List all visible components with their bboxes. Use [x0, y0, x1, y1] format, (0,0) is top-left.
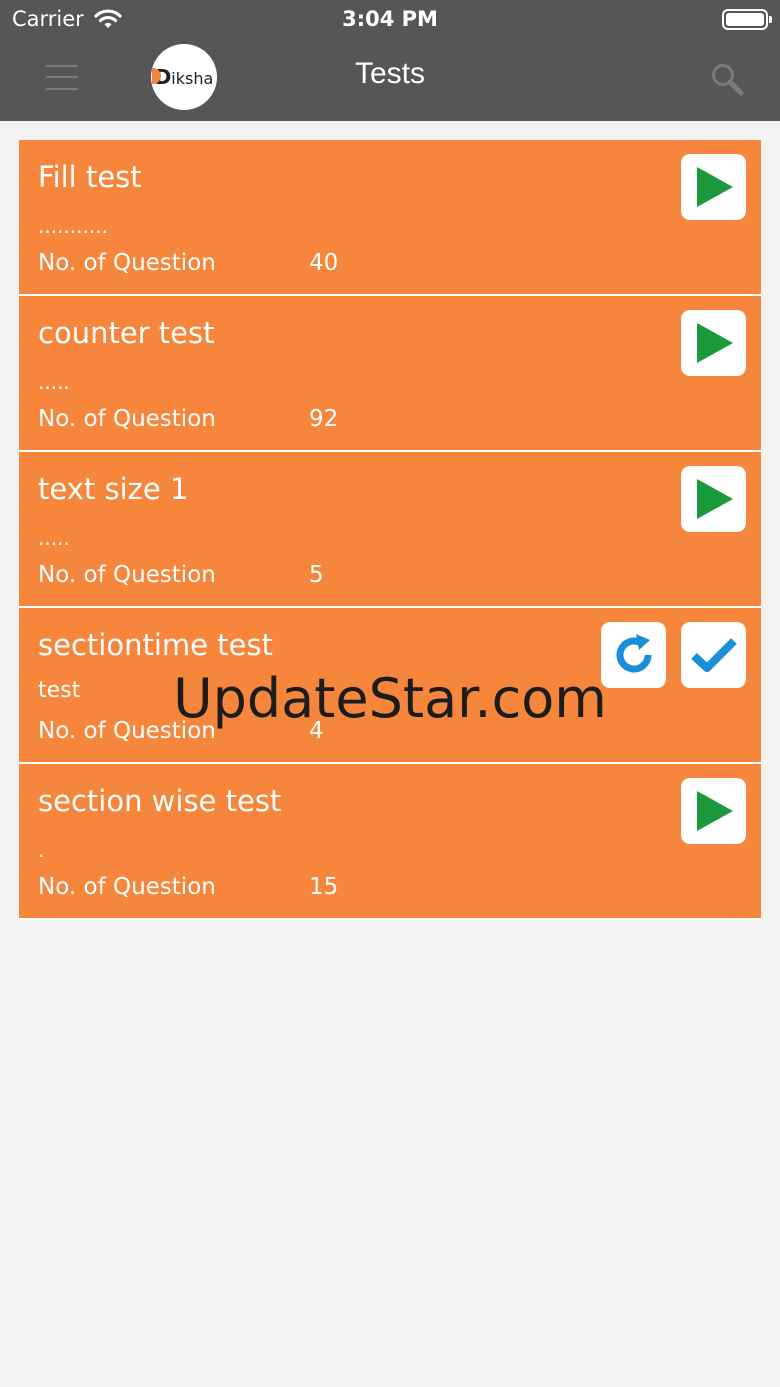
test-title: Fill test — [38, 160, 142, 194]
page-title: Tests — [354, 57, 426, 90]
question-count-label: No. of Question — [38, 406, 216, 432]
play-icon — [696, 323, 733, 363]
test-title: section wise test — [38, 784, 282, 818]
watermark-text: UpdateStar.com — [173, 667, 607, 730]
start-test-button[interactable] — [681, 778, 746, 844]
test-card[interactable]: counter test ..... No. of Question 92 — [19, 296, 761, 452]
play-icon — [696, 791, 733, 831]
battery-icon — [722, 9, 772, 30]
test-description: ........... — [38, 214, 108, 238]
top-bar: Carrier 3:04 PM D iksha Tests — [0, 0, 780, 121]
test-title: sectiontime test — [38, 628, 273, 662]
question-count-value: 5 — [309, 562, 324, 588]
start-test-button[interactable] — [681, 466, 746, 532]
search-icon[interactable] — [710, 62, 744, 100]
test-description: ..... — [38, 526, 70, 550]
test-title: counter test — [38, 316, 215, 350]
test-description: . — [38, 838, 45, 862]
play-icon — [696, 167, 733, 207]
test-title: text size 1 — [38, 472, 189, 506]
start-test-button[interactable] — [681, 154, 746, 220]
test-card[interactable]: Fill test ........... No. of Question 40 — [19, 140, 761, 296]
test-description: ..... — [38, 370, 70, 394]
play-icon — [696, 479, 733, 519]
question-count-value: 92 — [309, 406, 339, 432]
test-card[interactable]: section wise test . No. of Question 15 — [19, 764, 761, 920]
question-count-label: No. of Question — [38, 874, 216, 900]
status-time: 3:04 PM — [342, 7, 438, 31]
test-list: Fill test ........... No. of Question 40… — [19, 140, 761, 920]
question-count-label: No. of Question — [38, 562, 216, 588]
test-card[interactable]: text size 1 ..... No. of Question 5 — [19, 452, 761, 608]
question-count-value: 15 — [309, 874, 339, 900]
start-test-button[interactable] — [681, 310, 746, 376]
question-count-value: 40 — [309, 250, 339, 276]
question-count-label: No. of Question — [38, 250, 216, 276]
